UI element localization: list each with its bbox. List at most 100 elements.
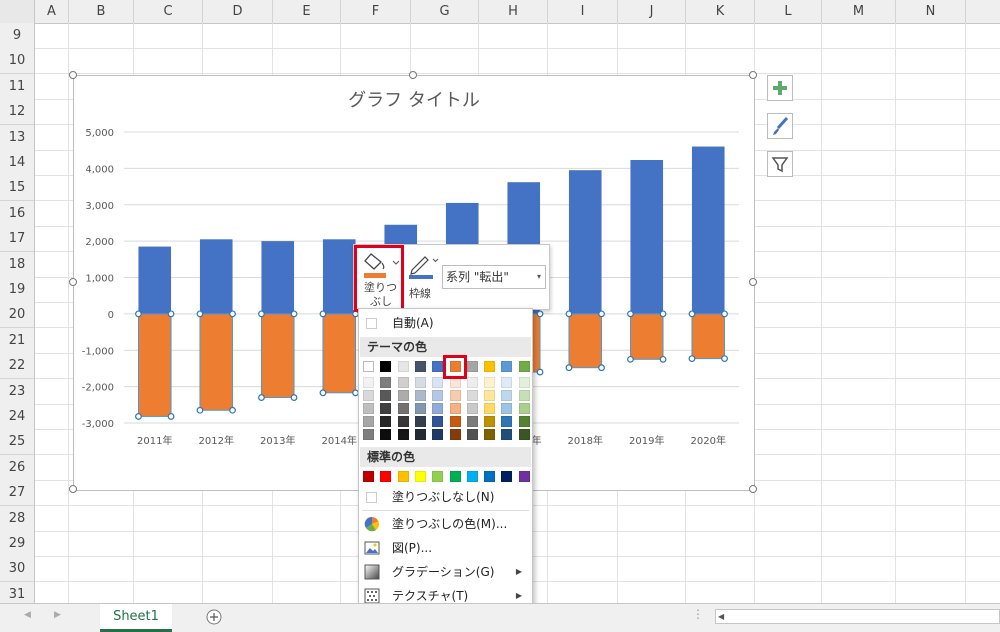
selection-point[interactable]	[659, 310, 667, 318]
menu-item-more-colors[interactable]: 塗りつぶしの色(M)...	[359, 512, 532, 536]
theme-shade-swatch[interactable]	[484, 377, 496, 388]
theme-shade-swatch[interactable]	[501, 416, 513, 427]
menu-item-no-fill[interactable]: 塗りつぶしなし(N)	[359, 485, 532, 509]
bar-series2[interactable]	[322, 313, 357, 394]
outline-button[interactable]: 枠線	[406, 247, 440, 307]
row-header[interactable]: 22	[0, 353, 35, 380]
resize-handle-bl[interactable]	[69, 485, 77, 493]
add-sheet-icon[interactable]	[205, 608, 223, 626]
resize-handle-tr[interactable]	[749, 71, 757, 79]
column-header[interactable]: D	[203, 0, 273, 23]
theme-shade-swatch[interactable]	[501, 403, 513, 414]
selection-point[interactable]	[319, 310, 327, 318]
row-header[interactable]: 29	[0, 531, 35, 557]
selection-point[interactable]	[135, 413, 142, 420]
standard-color-swatch[interactable]	[466, 471, 478, 482]
theme-shade-swatch[interactable]	[518, 416, 530, 427]
menu-item-auto[interactable]: 自動(A)	[359, 311, 532, 335]
row-header[interactable]: 28	[0, 505, 35, 532]
theme-shade-swatch[interactable]	[397, 403, 409, 414]
chart-styles-button[interactable]	[767, 113, 793, 139]
selection-point[interactable]	[536, 368, 544, 376]
selection-point[interactable]	[319, 389, 327, 397]
selection-point[interactable]	[565, 310, 573, 318]
standard-color-swatch[interactable]	[414, 471, 426, 482]
bar-series1[interactable]	[322, 239, 356, 314]
column-header[interactable]: I	[548, 0, 618, 23]
theme-shade-swatch[interactable]	[414, 416, 426, 427]
theme-shade-swatch[interactable]	[501, 429, 513, 440]
chart-filters-button[interactable]	[767, 151, 793, 177]
theme-color-swatch[interactable]	[380, 361, 392, 372]
bar-series2[interactable]	[691, 313, 726, 360]
selection-point[interactable]	[258, 394, 265, 401]
row-header[interactable]: 31	[0, 581, 35, 603]
bar-series2[interactable]	[260, 313, 295, 399]
theme-color-swatch[interactable]	[466, 361, 478, 372]
row-header[interactable]: 19	[0, 277, 35, 303]
theme-shade-swatch[interactable]	[380, 377, 392, 388]
selection-point[interactable]	[627, 355, 634, 363]
sheet-tab-sheet1[interactable]: Sheet1	[100, 604, 172, 632]
bar-series2[interactable]	[137, 313, 172, 417]
column-header[interactable]: G	[411, 0, 479, 23]
row-header[interactable]: 18	[0, 251, 35, 278]
theme-shade-swatch[interactable]	[397, 416, 409, 427]
selection-point[interactable]	[196, 406, 204, 414]
selection-point[interactable]	[258, 310, 265, 318]
theme-shade-swatch[interactable]	[432, 416, 444, 427]
selection-point[interactable]	[167, 413, 175, 420]
theme-color-swatch[interactable]	[432, 361, 444, 372]
column-header[interactable]: E	[273, 0, 341, 23]
chart-title[interactable]: グラフ タイトル	[348, 90, 480, 111]
standard-color-swatch[interactable]	[501, 471, 513, 482]
theme-shade-swatch[interactable]	[484, 403, 496, 414]
selection-point[interactable]	[659, 355, 667, 363]
selection-point[interactable]	[598, 310, 605, 318]
theme-shade-swatch[interactable]	[466, 390, 478, 401]
column-header[interactable]: L	[755, 0, 822, 23]
standard-color-swatch[interactable]	[518, 471, 530, 482]
theme-shade-swatch[interactable]	[484, 429, 496, 440]
selection-point[interactable]	[536, 310, 544, 318]
bar-series1[interactable]	[261, 241, 295, 314]
menu-item-texture[interactable]: テクスチャ(T) ▶	[359, 584, 532, 603]
row-header[interactable]: 16	[0, 200, 35, 227]
selection-point[interactable]	[290, 310, 298, 318]
column-header[interactable]: N	[896, 0, 966, 23]
standard-color-swatch[interactable]	[363, 471, 374, 482]
scroll-tabs-left-icon[interactable]: ◀	[24, 610, 31, 620]
theme-shade-swatch[interactable]	[363, 403, 374, 414]
theme-color-swatch[interactable]	[414, 361, 426, 372]
theme-shade-swatch[interactable]	[380, 390, 392, 401]
row-header[interactable]: 17	[0, 226, 35, 253]
scroll-left-arrow-icon[interactable]: ◀	[718, 610, 724, 623]
row-header[interactable]: 11	[0, 73, 35, 100]
standard-color-swatch[interactable]	[449, 471, 461, 482]
bar-series1[interactable]	[199, 239, 233, 314]
row-header[interactable]: 20	[0, 302, 35, 329]
theme-shade-swatch[interactable]	[449, 429, 461, 440]
chart-elements-button[interactable]	[767, 75, 793, 101]
theme-shade-swatch[interactable]	[363, 416, 374, 427]
standard-color-swatch[interactable]	[380, 471, 392, 482]
selection-point[interactable]	[565, 364, 573, 372]
theme-shade-swatch[interactable]	[363, 390, 374, 401]
column-header[interactable]: B	[69, 0, 134, 23]
series-select[interactable]: 系列 "転出" ▾	[442, 265, 546, 289]
column-header[interactable]: C	[134, 0, 203, 23]
resize-handle-br[interactable]	[749, 485, 757, 493]
theme-shade-swatch[interactable]	[432, 429, 444, 440]
standard-color-swatch[interactable]	[432, 471, 444, 482]
theme-shade-swatch[interactable]	[414, 390, 426, 401]
theme-shade-swatch[interactable]	[414, 429, 426, 440]
row-header[interactable]: 15	[0, 175, 35, 202]
column-header[interactable]: K	[686, 0, 755, 23]
theme-color-swatch[interactable]	[501, 361, 513, 372]
theme-shade-swatch[interactable]	[484, 390, 496, 401]
selection-point[interactable]	[721, 355, 728, 363]
theme-shade-swatch[interactable]	[397, 429, 409, 440]
theme-shade-swatch[interactable]	[518, 377, 530, 388]
selection-point[interactable]	[229, 310, 236, 318]
bar-series1[interactable]	[691, 146, 725, 314]
